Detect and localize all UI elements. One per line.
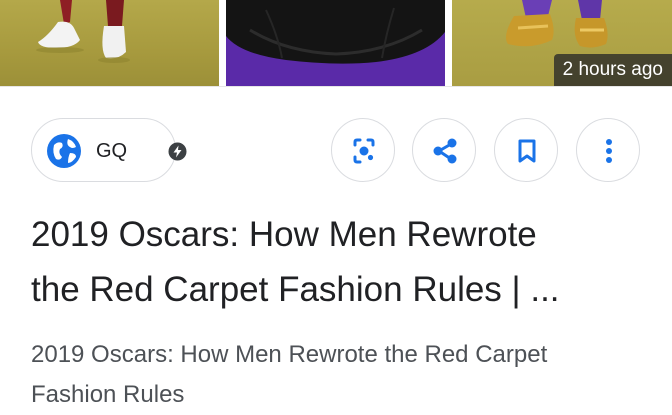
image-strip: 2 hours ago: [0, 0, 672, 86]
share-icon: [433, 138, 457, 164]
article-headline[interactable]: 2019 Oscars: How Men Rewrote the Red Car…: [31, 207, 641, 317]
lens-button[interactable]: [331, 118, 395, 182]
article-snippet: 2019 Oscars: How Men Rewrote the Red Car…: [31, 335, 651, 415]
headline-line: the Red Carpet Fashion Rules | ...: [31, 270, 560, 309]
globe-icon: [47, 134, 81, 168]
snippet-line: Fashion Rules: [31, 381, 185, 408]
lens-icon: [353, 138, 375, 164]
divider: [0, 86, 672, 87]
bookmark-icon: [518, 139, 536, 163]
more-options-button[interactable]: [576, 118, 640, 182]
share-button[interactable]: [412, 118, 476, 182]
time-badge: 2 hours ago: [553, 54, 672, 86]
bookmark-button[interactable]: [494, 118, 558, 182]
source-chip[interactable]: GQ: [31, 118, 187, 182]
red-carpet-photo-2[interactable]: [226, 0, 445, 86]
verified-icon: [168, 142, 187, 161]
headline-line: 2019 Oscars: How Men Rewrote: [31, 215, 537, 254]
snippet-line: 2019 Oscars: How Men Rewrote the Red Car…: [31, 341, 548, 368]
red-carpet-photo-1[interactable]: [0, 0, 219, 86]
red-carpet-photo-3[interactable]: 2 hours ago: [452, 0, 672, 86]
source-name: GQ: [96, 140, 128, 162]
more-vert-icon: [606, 139, 612, 163]
